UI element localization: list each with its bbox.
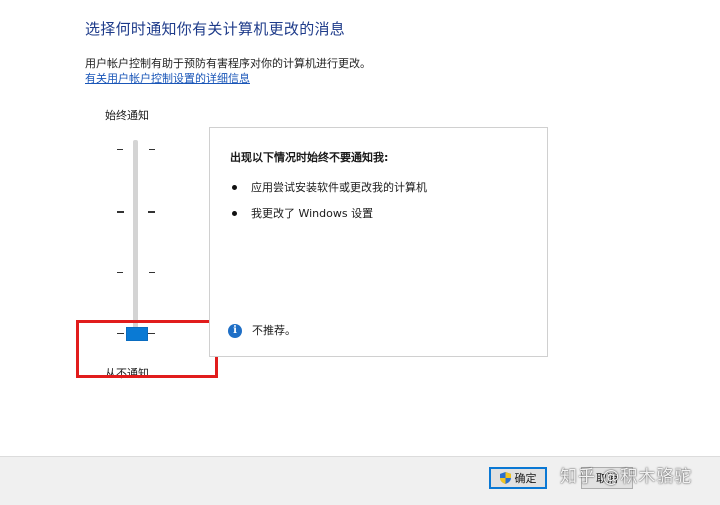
slider-tick bbox=[117, 211, 124, 213]
slider-top-label: 始终通知 bbox=[105, 109, 149, 122]
description-panel: 出现以下情况时始终不要通知我: 应用尝试安装软件或更改我的计算机 我更改了 Wi… bbox=[209, 127, 548, 357]
slider-track[interactable] bbox=[133, 140, 138, 336]
highlight-box bbox=[76, 320, 218, 378]
info-icon: i bbox=[228, 324, 242, 338]
ok-button-label: 确定 bbox=[514, 472, 537, 485]
slider-tick bbox=[117, 272, 123, 273]
panel-heading: 出现以下情况时始终不要通知我: bbox=[230, 151, 389, 164]
list-item-text: 我更改了 Windows 设置 bbox=[251, 207, 374, 220]
list-item: 我更改了 Windows 设置 bbox=[232, 205, 532, 221]
bullet-dot bbox=[232, 210, 237, 216]
info-row: i 不推荐。 bbox=[228, 322, 296, 338]
slider-tick bbox=[117, 149, 123, 150]
shield-icon bbox=[499, 472, 511, 484]
ok-button[interactable]: 确定 bbox=[489, 467, 547, 489]
bullet-dot bbox=[232, 184, 237, 190]
info-text: 不推荐。 bbox=[252, 324, 296, 337]
slider-tick bbox=[149, 272, 155, 273]
description-text: 用户帐户控制有助于预防有害程序对你的计算机进行更改。 bbox=[85, 57, 371, 70]
slider-tick bbox=[148, 211, 155, 213]
list-item-text: 应用尝试安装软件或更改我的计算机 bbox=[251, 181, 427, 194]
slider-tick bbox=[149, 149, 155, 150]
list-item: 应用尝试安装软件或更改我的计算机 bbox=[232, 179, 532, 195]
page-title: 选择何时通知你有关计算机更改的消息 bbox=[85, 20, 346, 38]
watermark: 知乎 @积木骆驼 bbox=[560, 467, 693, 487]
details-link[interactable]: 有关用户帐户控制设置的详细信息 bbox=[85, 70, 250, 86]
